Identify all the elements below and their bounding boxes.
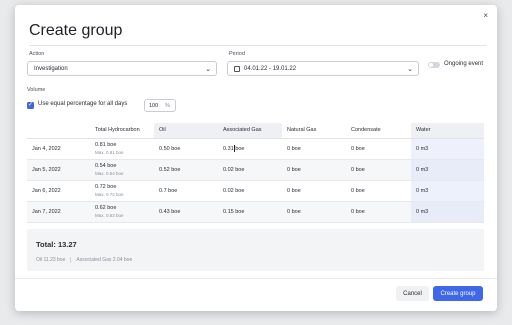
water-cell[interactable]: 0 m3 (411, 159, 484, 181)
associated-gas-cell[interactable]: 0.02 boe (218, 180, 282, 202)
max-value: Max. 0.72 boe (95, 192, 124, 197)
row-total: 0.54 boe Max. 0.54 boe (90, 159, 154, 181)
percentage-input[interactable]: 100 % (144, 99, 176, 112)
row-date: Jan 4, 2022 (27, 138, 90, 160)
max-value: Max. 0.81 boe (95, 150, 124, 155)
divider (15, 278, 497, 279)
max-value: Max. 0.54 boe (95, 171, 124, 176)
table-row: Jan 5, 2022 0.54 boe Max. 0.54 boe 0.52 b… (27, 159, 484, 181)
action-select[interactable]: Investigation ⌄ (27, 61, 217, 76)
divider (70, 257, 72, 263)
natural-gas-cell[interactable]: 0 boe (282, 159, 346, 181)
percentage-value: 100 (149, 102, 159, 109)
create-group-button[interactable]: Create group (433, 286, 483, 301)
col-associated-gas: Associated Gas (218, 123, 282, 139)
table-row: Jan 4, 2022 0.81 boe Max. 0.81 boe 0.50 b… (27, 138, 484, 160)
create-group-dialog: × Create group Action Investigation ⌄ Pe… (15, 5, 497, 311)
associated-gas-cell[interactable]: 0.31 boe (218, 138, 282, 160)
period-value: 04.01.22 - 19.01.22 (244, 65, 297, 72)
table-row: Jan 6, 2022 0.72 boe Max. 0.72 boe 0.7 bo… (27, 180, 484, 202)
row-date: Jan 5, 2022 (27, 159, 90, 181)
col-oil: Oil (154, 123, 218, 139)
volume-table: Total Hydrocarbon Oil Associated Gas Nat… (27, 123, 484, 223)
natural-gas-cell[interactable]: 0 boe (282, 201, 346, 223)
water-cell[interactable]: 0 m3 (411, 138, 484, 160)
associated-gas-unit: boe (235, 145, 245, 152)
chevron-down-icon: ⌄ (407, 66, 413, 73)
associated-gas-cell[interactable]: 0.02 boe (218, 159, 282, 181)
equal-percentage-checkbox[interactable]: ✓ (27, 102, 34, 109)
total-value: 0.62 boe (95, 205, 117, 211)
water-cell[interactable]: 0 m3 (411, 180, 484, 202)
checkmark-icon: ✓ (27, 102, 34, 108)
water-cell[interactable]: 0 m3 (411, 201, 484, 223)
oil-cell[interactable]: 0.43 boe (154, 201, 218, 223)
calendar-icon (234, 65, 240, 72)
col-water: Water (411, 123, 484, 139)
oil-cell[interactable]: 0.52 boe (154, 159, 218, 181)
close-icon[interactable]: × (483, 12, 488, 20)
condensate-cell[interactable]: 0 boe (346, 201, 411, 223)
table-row: Jan 7, 2022 0.62 boe Max. 0.63 boe 0.43 b… (27, 201, 484, 223)
total-label: Total: 13.27 (36, 240, 77, 249)
period-select[interactable]: 04.01.22 - 19.01.22 ⌄ (227, 61, 419, 76)
row-total: 0.62 boe Max. 0.63 boe (90, 201, 154, 223)
col-date (27, 123, 90, 139)
oil-cell[interactable]: 0.7 boe (154, 180, 218, 202)
col-total-hydrocarbon: Total Hydrocarbon (90, 123, 154, 139)
condensate-cell[interactable]: 0 boe (346, 138, 411, 160)
oil-cell[interactable]: 0.50 boe (154, 138, 218, 160)
total-value: 0.54 boe (95, 163, 117, 169)
summary-panel: Total: 13.27 Oil 11.23 boe Associated Ga… (27, 229, 484, 271)
max-value: Max. 0.63 boe (95, 213, 124, 218)
divider (29, 45, 487, 46)
col-condensate: Condensate (346, 123, 411, 139)
col-natural-gas: Natural Gas (282, 123, 346, 139)
volume-label: Volume (27, 87, 46, 93)
table-header-row: Total Hydrocarbon Oil Associated Gas Nat… (27, 123, 484, 139)
action-value: Investigation (34, 65, 68, 72)
percentage-unit: % (165, 102, 170, 109)
ongoing-event-label: Ongoing event (444, 61, 484, 67)
oil-summary: Oil 11.23 boe (36, 257, 66, 263)
period-label: Period (229, 51, 245, 57)
row-total: 0.81 boe Max. 0.81 boe (90, 138, 154, 160)
associated-gas-cell[interactable]: 0.15 boe (218, 201, 282, 223)
summary-breakdown: Oil 11.23 boe Associated Gas 2.04 boe (36, 257, 132, 263)
condensate-cell[interactable]: 0 boe (346, 159, 411, 181)
natural-gas-cell[interactable]: 0 boe (282, 138, 346, 160)
associated-gas-value: 0.31 (223, 145, 234, 152)
chevron-down-icon: ⌄ (205, 66, 211, 73)
equal-percentage-label: Use equal percentage for all days (38, 101, 128, 107)
action-label: Action (29, 51, 45, 57)
natural-gas-cell[interactable]: 0 boe (282, 180, 346, 202)
row-total: 0.72 boe Max. 0.72 boe (90, 180, 154, 202)
row-date: Jan 6, 2022 (27, 180, 90, 202)
ongoing-event-toggle[interactable] (428, 62, 440, 68)
associated-gas-summary: Associated Gas 2.04 boe (76, 257, 133, 263)
cancel-button[interactable]: Cancel (396, 286, 429, 301)
dialog-title: Create group (29, 22, 123, 39)
row-date: Jan 7, 2022 (27, 201, 90, 223)
total-value: 0.72 boe (95, 184, 117, 190)
condensate-cell[interactable]: 0 boe (346, 180, 411, 202)
total-value: 0.81 boe (95, 142, 117, 148)
